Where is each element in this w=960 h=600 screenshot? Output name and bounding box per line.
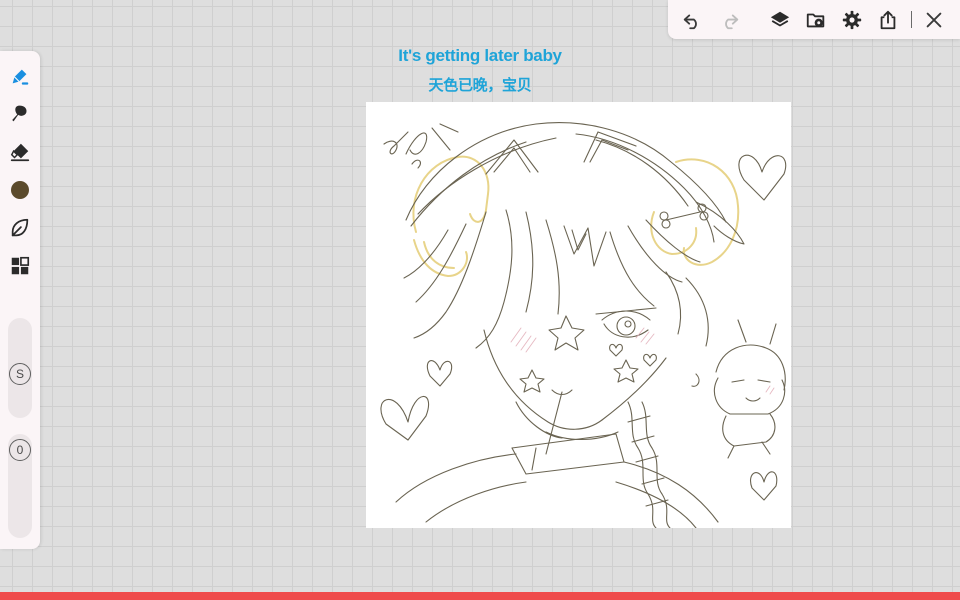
opacity-slider[interactable]: 0 [8,434,32,538]
color-picker[interactable] [6,176,34,204]
opacity-label: 0 [16,443,24,457]
bottom-status-bar [0,592,960,600]
eraser-icon [10,143,30,162]
gallery-icon [806,13,825,28]
settings-icon [842,10,862,30]
lasso-tool[interactable] [6,214,34,242]
share-button[interactable] [873,5,903,35]
brush-icon [12,69,29,85]
redo-icon [725,14,739,30]
caption-english: It's getting later baby [398,46,562,65]
undo-button[interactable] [677,5,707,35]
layers-button[interactable] [765,5,795,35]
close-button[interactable] [919,5,949,35]
close-icon [926,12,942,28]
brush-size-label: S [15,367,24,381]
tool-panel: S 0 [0,51,40,549]
lasso-icon [11,218,29,237]
grid-tool[interactable] [6,252,34,280]
brush-size-slider[interactable]: S [8,318,32,418]
opacity-knob[interactable]: 0 [9,439,31,461]
caption-chinese: 天色已晚，宝贝 [428,77,532,94]
redo-button[interactable] [715,5,745,35]
brush-tool[interactable] [6,62,34,90]
gallery-button[interactable] [801,5,831,35]
grid-icon [11,256,30,275]
sketch-artwork [380,122,787,528]
layers-icon [770,11,790,27]
share-icon [880,10,896,30]
eraser-tool[interactable] [6,138,34,166]
undo-icon [683,14,697,30]
drawing-canvas[interactable] [366,102,791,528]
top-toolbar [668,0,960,39]
brush-size-knob[interactable]: S [9,363,31,385]
smudge-tool[interactable] [6,100,34,128]
smudge-icon [12,105,27,122]
toolbar-divider [911,11,912,28]
settings-button[interactable] [837,5,867,35]
current-color-swatch [11,181,29,199]
